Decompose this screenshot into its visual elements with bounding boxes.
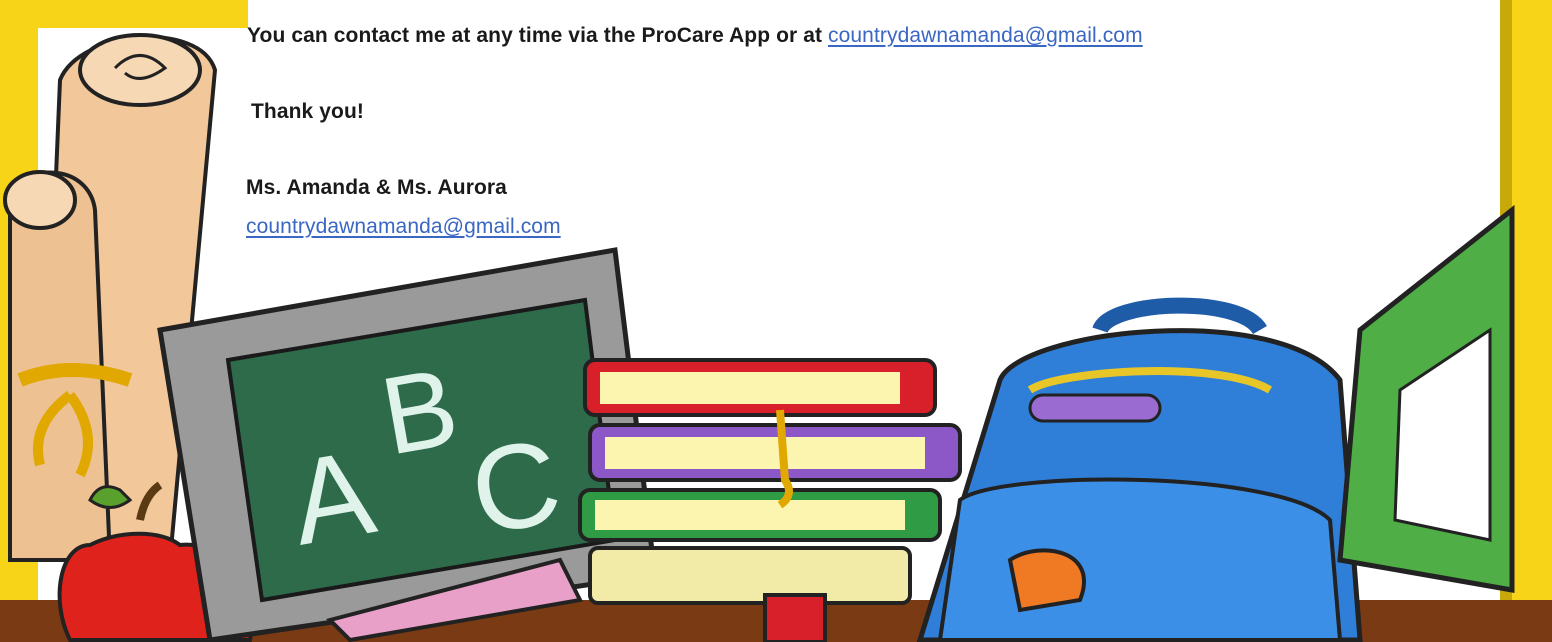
- chalkboard-icon: A B C: [157, 247, 658, 642]
- letter-page: A B C You can contact me at any time via…: [0, 0, 1552, 642]
- contact-paragraph: You can contact me at any time via the P…: [247, 24, 1143, 48]
- book-stack-icon: [578, 358, 962, 642]
- set-square-icon: [1337, 204, 1515, 593]
- thank-you-text: Thank you!: [251, 100, 365, 123]
- signature-email-paragraph: countrydawnamanda@gmail.com: [246, 215, 561, 239]
- backpack-icon: [916, 297, 1363, 642]
- signature-names: Ms. Amanda & Ms. Aurora: [246, 176, 507, 199]
- contact-email-link[interactable]: countrydawnamanda@gmail.com: [828, 24, 1143, 47]
- contact-text: You can contact me at any time via the P…: [247, 24, 829, 47]
- letter-text: You can contact me at any time via the P…: [0, 0, 1552, 260]
- signature-email-link[interactable]: countrydawnamanda@gmail.com: [246, 215, 561, 238]
